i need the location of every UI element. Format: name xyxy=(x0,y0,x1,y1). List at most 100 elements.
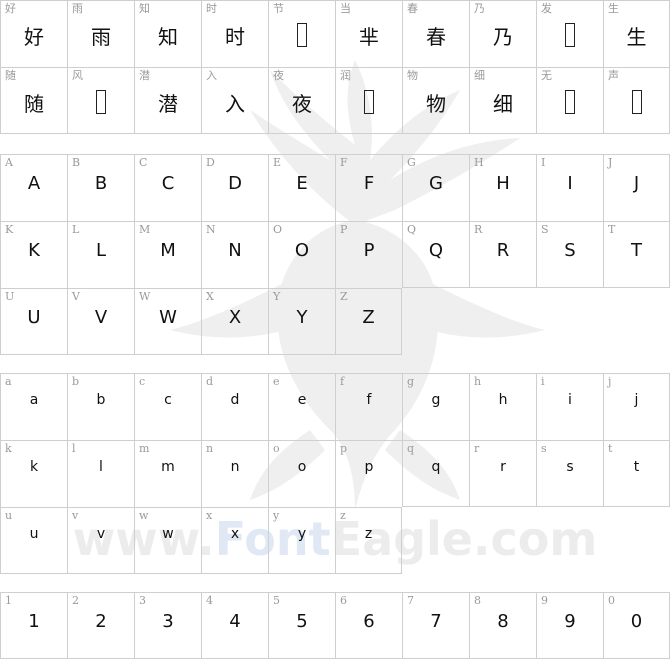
reference-char: 好 xyxy=(5,2,16,15)
reference-char: 时 xyxy=(206,2,217,15)
glyph-cell: II xyxy=(536,154,603,221)
reference-char: j xyxy=(608,375,612,388)
reference-char: 3 xyxy=(139,594,146,607)
glyph-cell: KK xyxy=(0,221,67,288)
glyph-cell: cc xyxy=(134,373,201,440)
glyph-cell: 春春 xyxy=(402,0,469,67)
reference-char: p xyxy=(340,442,348,455)
reference-char: V xyxy=(72,290,80,303)
glyph-cell: DD xyxy=(201,154,268,221)
glyph-cell: JJ xyxy=(603,154,670,221)
glyph-sample: n xyxy=(230,459,240,475)
glyph-cell: FF xyxy=(335,154,402,221)
glyph-sample: W xyxy=(159,307,177,328)
reference-char: 乃 xyxy=(474,2,485,15)
glyph-sample: h xyxy=(498,392,508,408)
glyph-cell: 33 xyxy=(134,592,201,659)
reference-char: 随 xyxy=(5,69,16,82)
glyph-cell: 潜潜 xyxy=(134,67,201,134)
reference-char: w xyxy=(139,509,149,522)
glyph-sample: 6 xyxy=(363,611,375,632)
glyph-cell: NN xyxy=(201,221,268,288)
glyph-cell: BB xyxy=(67,154,134,221)
reference-char: h xyxy=(474,375,482,388)
glyph-cell: 生生 xyxy=(603,0,670,67)
glyph-cell: 节 xyxy=(268,0,335,67)
glyph-sample: 入 xyxy=(225,92,245,116)
digits-glyph-grid: 11223344556677889900 xyxy=(0,592,670,659)
glyph-cell: 夜夜 xyxy=(268,67,335,134)
glyph-cell: hh xyxy=(469,373,536,440)
glyph-sample: w xyxy=(162,526,174,542)
missing-glyph-box-icon xyxy=(565,23,575,47)
glyph-cell: 声 xyxy=(603,67,670,134)
glyph-cell: 22 xyxy=(67,592,134,659)
reference-char: W xyxy=(139,290,151,303)
reference-char: M xyxy=(139,223,151,236)
reference-char: b xyxy=(72,375,80,388)
glyph-sample: m xyxy=(161,459,175,475)
reference-char: d xyxy=(206,375,214,388)
glyph-cell: 好好 xyxy=(0,0,67,67)
reference-char: 物 xyxy=(407,69,418,82)
reference-char: 2 xyxy=(72,594,79,607)
reference-char: 无 xyxy=(541,69,552,82)
glyph-sample: 7 xyxy=(430,611,442,632)
glyph-cell: QQ xyxy=(402,221,469,288)
glyph-sample: 雨 xyxy=(91,25,111,49)
glyph-sample: 3 xyxy=(162,611,174,632)
glyph-sample: 潜 xyxy=(158,92,178,116)
glyph-sample: J xyxy=(633,173,640,194)
glyph-cell: EE xyxy=(268,154,335,221)
reference-char: k xyxy=(5,442,12,455)
glyph-cell: 风 xyxy=(67,67,134,134)
glyph-sample: S xyxy=(564,240,576,261)
missing-glyph-box-icon xyxy=(364,90,374,114)
reference-char: x xyxy=(206,509,213,522)
glyph-cell: MM xyxy=(134,221,201,288)
glyph-sample: g xyxy=(431,392,441,408)
glyph-cell: uu xyxy=(0,507,67,574)
glyph-sample: s xyxy=(566,459,574,475)
missing-glyph-box-icon xyxy=(96,90,106,114)
glyph-cell: VV xyxy=(67,288,134,355)
reference-char: 雨 xyxy=(72,2,83,15)
glyph-sample: t xyxy=(633,459,640,475)
glyph-cell: rr xyxy=(469,440,536,507)
glyph-sample: r xyxy=(500,459,506,475)
reference-char: A xyxy=(5,156,13,169)
reference-char: K xyxy=(5,223,14,236)
reference-char: q xyxy=(407,442,415,455)
reference-char: m xyxy=(139,442,150,455)
glyph-sample: l xyxy=(99,459,103,475)
glyph-sample: U xyxy=(27,307,41,328)
glyph-sample: 1 xyxy=(28,611,40,632)
glyph-cell: 00 xyxy=(603,592,670,659)
reference-char: f xyxy=(340,375,345,388)
reference-char: y xyxy=(273,509,280,522)
glyph-sample: E xyxy=(296,173,308,194)
glyph-sample: o xyxy=(297,459,307,475)
reference-char: i xyxy=(541,375,545,388)
glyph-sample: 4 xyxy=(229,611,241,632)
glyph-cell: bb xyxy=(67,373,134,440)
reference-char: Y xyxy=(273,290,281,303)
reference-char: 5 xyxy=(273,594,280,607)
glyph-cell: HH xyxy=(469,154,536,221)
glyph-cell: PP xyxy=(335,221,402,288)
glyph-sample: c xyxy=(164,392,172,408)
glyph-cell: mm xyxy=(134,440,201,507)
reference-char: e xyxy=(273,375,280,388)
lowercase-glyph-grid: aabbccddeeffgghhiijjkkllmmnnooppqqrrsstt… xyxy=(0,373,670,574)
glyph-cell: gg xyxy=(402,373,469,440)
glyph-cell: 发 xyxy=(536,0,603,67)
glyph-cell: 时时 xyxy=(201,0,268,67)
glyph-cell: 66 xyxy=(335,592,402,659)
reference-char: G xyxy=(407,156,416,169)
reference-char: 9 xyxy=(541,594,548,607)
missing-glyph-box-icon xyxy=(297,23,307,47)
reference-char: 入 xyxy=(206,69,217,82)
reference-char: l xyxy=(72,442,76,455)
glyph-sample: v xyxy=(96,526,106,542)
glyph-cell: zz xyxy=(335,507,402,574)
